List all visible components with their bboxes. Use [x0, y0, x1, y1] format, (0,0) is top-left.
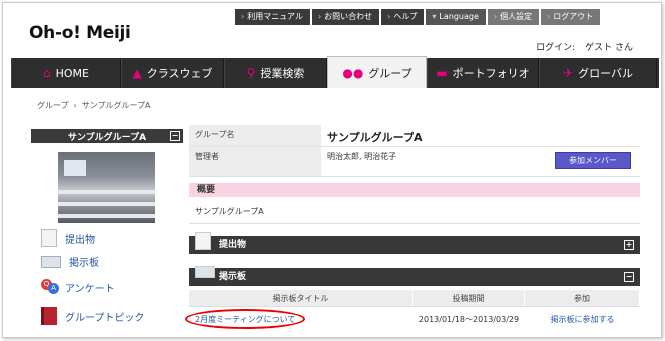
column-header-join: 参加: [525, 290, 640, 306]
group-name-value: サンプルグループA: [321, 125, 640, 146]
language-select[interactable]: ▾ Language: [426, 9, 486, 25]
mortarboard-icon: ▲: [132, 66, 142, 80]
help-link[interactable]: › ヘルプ: [381, 9, 425, 25]
photo-desk: [58, 190, 155, 194]
group-name-row: グループ名 サンプルグループA: [189, 125, 640, 147]
nav-group[interactable]: ●● グループ: [327, 56, 427, 88]
survey-a-bubble: A: [48, 283, 59, 294]
bulletin-board-icon: [195, 266, 215, 278]
expand-icon[interactable]: +: [624, 240, 634, 250]
nav-home[interactable]: ⌂ HOME: [11, 58, 121, 88]
column-header-title: 掲示板タイトル: [189, 290, 413, 306]
sidebar-item-survey[interactable]: QA アンケート: [41, 279, 115, 295]
breadcrumb-separator: ›: [73, 101, 77, 110]
main-nav: ⌂ HOME ▲ クラスウェブ ⚲ 授業検索 ●● グループ ▬ ポートフォリオ ✈ グロー…: [11, 56, 659, 88]
admin-row: 管理者 明治太郎, 明治花子 参加メンバー: [189, 147, 640, 177]
photo-desk: [58, 214, 155, 218]
group-icon: ●●: [342, 65, 364, 80]
breadcrumb-current: サンプルグループA: [81, 101, 151, 110]
chevron-right-icon: ›: [493, 12, 498, 21]
chevron-right-icon: ›: [547, 12, 551, 21]
group-info-table: グループ名 サンプルグループA 管理者 明治太郎, 明治花子 参加メンバー: [189, 125, 640, 177]
overview-text: サンプルグループA: [189, 200, 640, 224]
utility-menu: › 利用マニュアル › お問い合わせ › ヘルプ ▾ Language › 個人設定 › ロ…: [235, 9, 601, 25]
group-name-label: グループ名: [189, 125, 321, 146]
board-section-header[interactable]: 掲示板 −: [189, 266, 640, 286]
survey-icon: QA: [41, 279, 59, 295]
join-members-button[interactable]: 参加メンバー: [555, 152, 631, 169]
highlight-ellipse: [185, 309, 305, 329]
page-frame: › 利用マニュアル › お問い合わせ › ヘルプ ▾ Language › 個人設定 › ロ…: [2, 2, 662, 338]
contact-link[interactable]: › お問い合わせ: [311, 9, 380, 25]
photo-screen: [64, 160, 86, 176]
settings-link[interactable]: › 個人設定: [487, 9, 540, 25]
admin-cell: 明治太郎, 明治花子 参加メンバー: [321, 147, 640, 176]
join-board-link[interactable]: 掲示板に参加する: [525, 309, 640, 329]
breadcrumb-group-link[interactable]: グループ: [37, 101, 69, 110]
chevron-right-icon: ›: [317, 12, 322, 21]
notebook-icon: [41, 307, 57, 325]
login-status: ログイン: ゲスト さん: [536, 43, 633, 53]
document-icon: [41, 229, 57, 247]
board-table-header: 掲示板タイトル 投稿期間 参加: [189, 290, 640, 307]
logout-link[interactable]: › ログアウト: [541, 9, 601, 25]
nav-global[interactable]: ✈ グローバル: [539, 58, 657, 88]
manual-link[interactable]: › 利用マニュアル: [235, 9, 310, 25]
admin-label: 管理者: [189, 147, 321, 176]
chevron-right-icon: ›: [241, 12, 245, 21]
sidebar-title: サンプルグループA: [67, 132, 147, 143]
submissions-section-header[interactable]: 提出物 +: [189, 232, 640, 254]
airplane-icon: ✈: [563, 66, 574, 80]
search-icon: ⚲: [246, 66, 256, 80]
document-icon: [195, 232, 211, 250]
site-logo[interactable]: Oh-o! Meiji: [29, 23, 131, 43]
admin-value: 明治太郎, 明治花子: [327, 152, 397, 161]
sidebar-item-topics[interactable]: グループトピック: [41, 307, 144, 325]
breadcrumb: グループ › サンプルグループA: [37, 100, 151, 111]
sidebar-header: サンプルグループA −: [31, 129, 183, 143]
chevron-down-icon: ▾: [432, 12, 437, 21]
sidebar-item-submissions[interactable]: 提出物: [41, 229, 95, 247]
bulletin-board-icon: [41, 255, 61, 268]
sidebar-item-board[interactable]: 掲示板: [41, 254, 99, 269]
column-header-period: 投稿期間: [413, 290, 525, 306]
overview-header: 概要: [189, 183, 640, 197]
group-photo: [58, 152, 155, 223]
collapse-icon[interactable]: −: [170, 131, 180, 141]
chevron-right-icon: ›: [387, 12, 391, 21]
board-period: 2013/01/18〜2013/03/29: [418, 314, 520, 324]
collapse-icon[interactable]: −: [624, 272, 634, 282]
nav-classweb[interactable]: ▲ クラスウェブ: [121, 58, 224, 88]
photo-desk: [58, 202, 155, 206]
home-icon: ⌂: [43, 66, 51, 80]
nav-portfolio[interactable]: ▬ ポートフォリオ: [427, 58, 539, 88]
nav-course-search[interactable]: ⚲ 授業検索: [224, 58, 327, 88]
folder-icon: ▬: [436, 66, 448, 80]
